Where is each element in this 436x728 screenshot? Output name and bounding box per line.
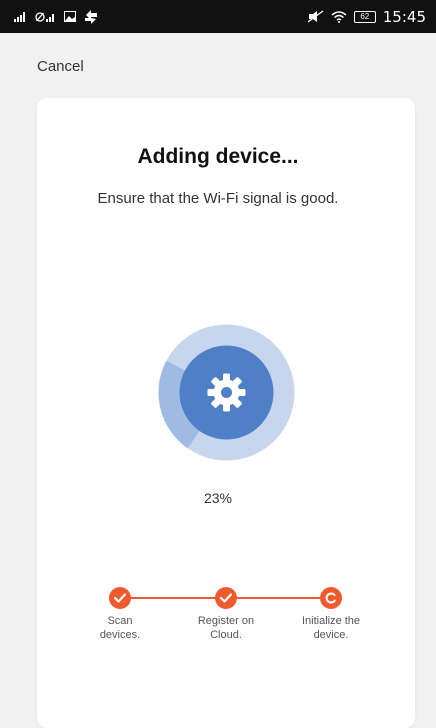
wifi-hint-text: Ensure that the Wi-Fi signal is good. xyxy=(97,190,339,207)
step-initialize-loading-icon xyxy=(320,587,342,609)
step-register-done-icon xyxy=(215,587,237,609)
transfer-icon xyxy=(83,9,99,24)
mute-icon xyxy=(307,10,324,23)
gear-icon xyxy=(207,373,246,412)
step-label-scan: Scan devices. xyxy=(99,615,141,641)
progress-ring xyxy=(158,324,295,461)
signal-icon xyxy=(14,11,28,22)
step-label-register: Register on Cloud. xyxy=(197,615,255,641)
no-signal-icon xyxy=(35,11,57,23)
step-label-initialize: Initialize the device. xyxy=(301,615,361,641)
status-bar: 62 15:45 xyxy=(0,0,436,33)
battery-icon: 62 xyxy=(353,10,376,23)
status-time: 15:45 xyxy=(382,7,426,26)
step-scan-done-icon xyxy=(109,587,131,609)
progress-percent: 23% xyxy=(203,490,233,506)
page-title: Adding device... xyxy=(137,145,299,168)
cancel-button[interactable]: Cancel xyxy=(37,58,84,75)
image-icon xyxy=(64,11,76,22)
wifi-icon xyxy=(331,10,347,23)
